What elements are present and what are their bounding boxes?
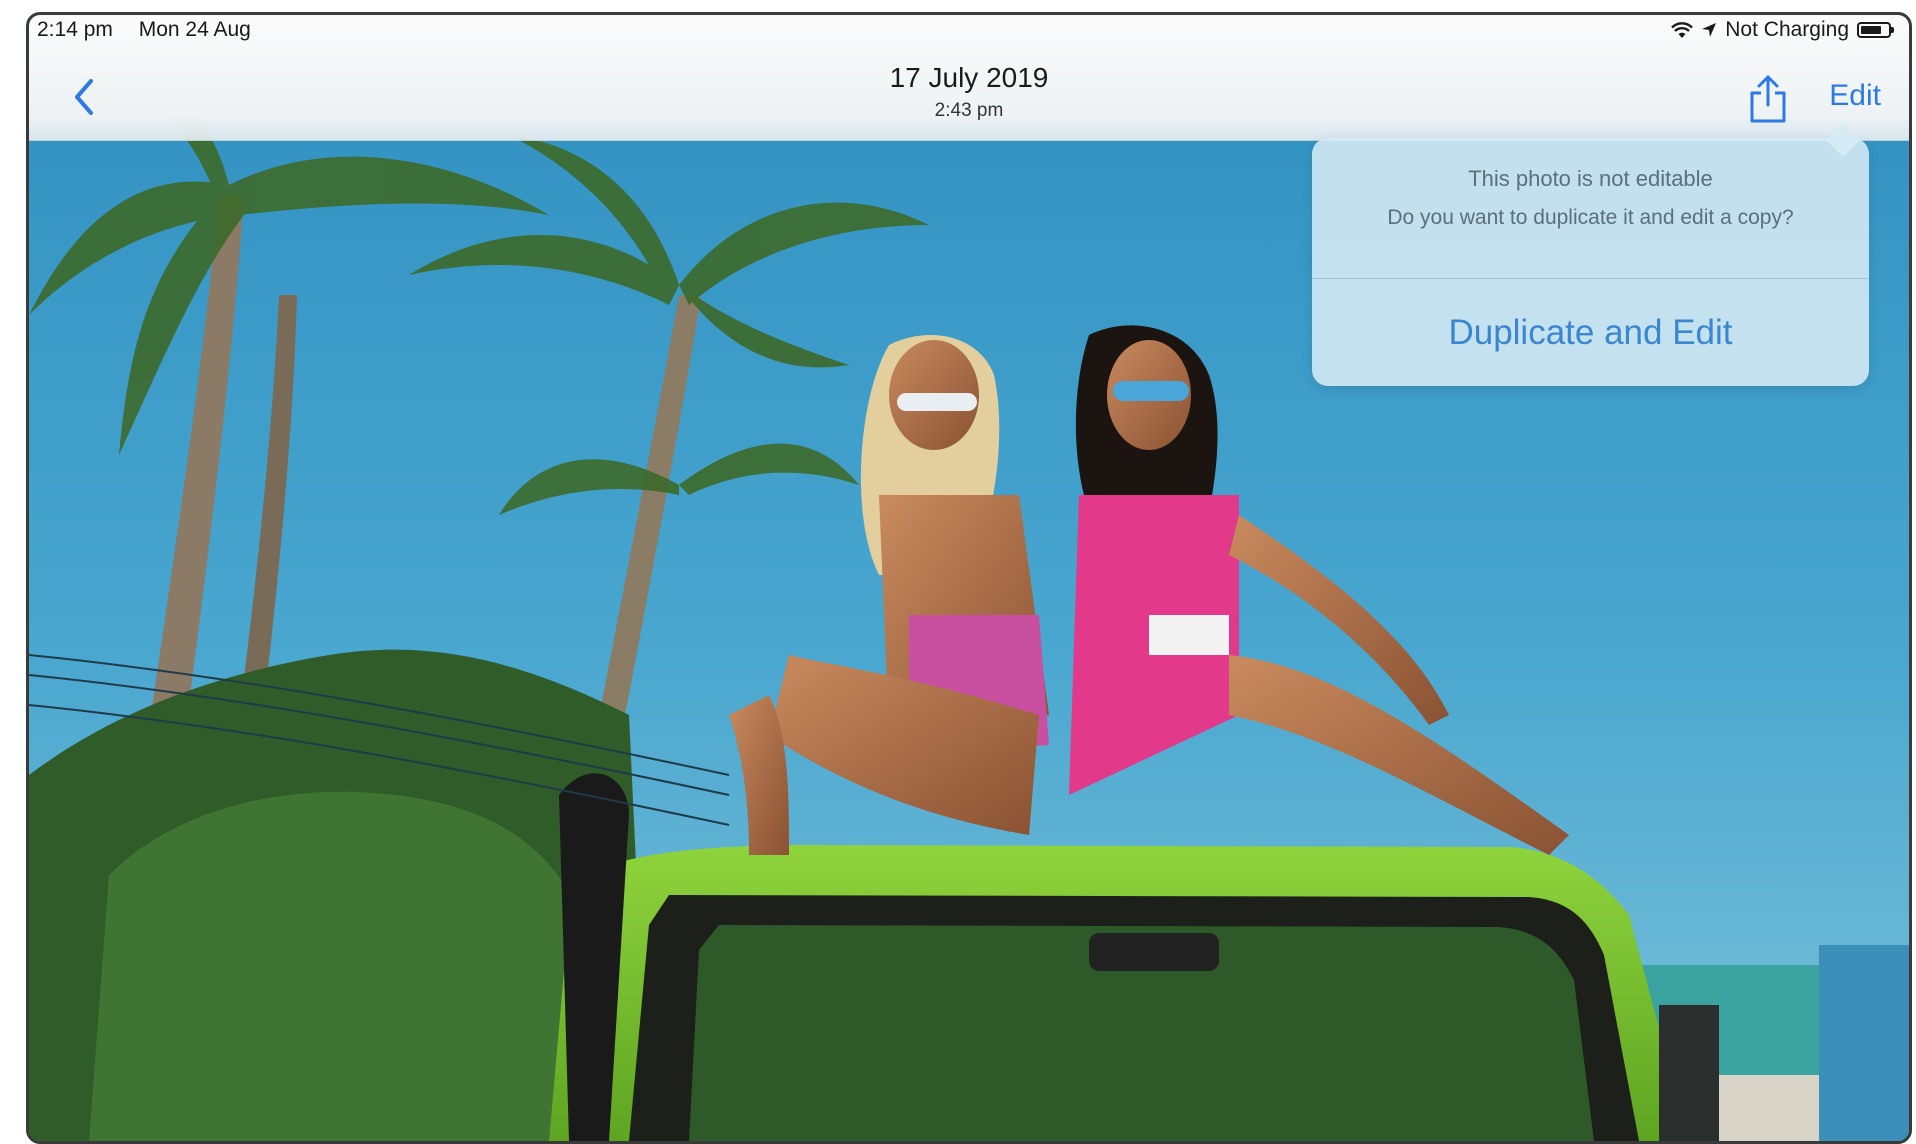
navigation-bar: 2:14 pm Mon 24 Aug Not Charging 17 July … [29,15,1909,141]
battery-level [1861,26,1881,34]
location-arrow-icon [1702,23,1717,37]
status-right: Not Charging [1671,18,1894,42]
duplicate-and-edit-button[interactable]: Duplicate and Edit [1312,279,1869,386]
status-time: 2:14 pm [37,18,113,41]
photo-title: 17 July 2019 2:43 pm [29,62,1909,122]
status-left: 2:14 pm Mon 24 Aug [37,18,271,42]
popover-message: Do you want to duplicate it and edit a c… [1387,206,1794,229]
photo-date: 17 July 2019 [889,62,1049,93]
photo-time: 2:43 pm [934,100,1004,121]
edit-button[interactable]: Edit [1829,79,1881,113]
status-bar: 2:14 pm Mon 24 Aug Not Charging [29,15,1909,47]
charging-status: Not Charging [1725,18,1849,41]
not-editable-popover: This photo is not editable Do you want t… [1312,138,1869,386]
status-date: Mon 24 Aug [138,18,251,41]
popover-title: This photo is not editable [1468,166,1713,191]
share-icon[interactable] [1747,73,1789,125]
battery-icon [1857,22,1894,38]
wifi-icon [1671,21,1694,38]
ipad-screen: 2:14 pm Mon 24 Aug Not Charging 17 July … [26,12,1912,1144]
